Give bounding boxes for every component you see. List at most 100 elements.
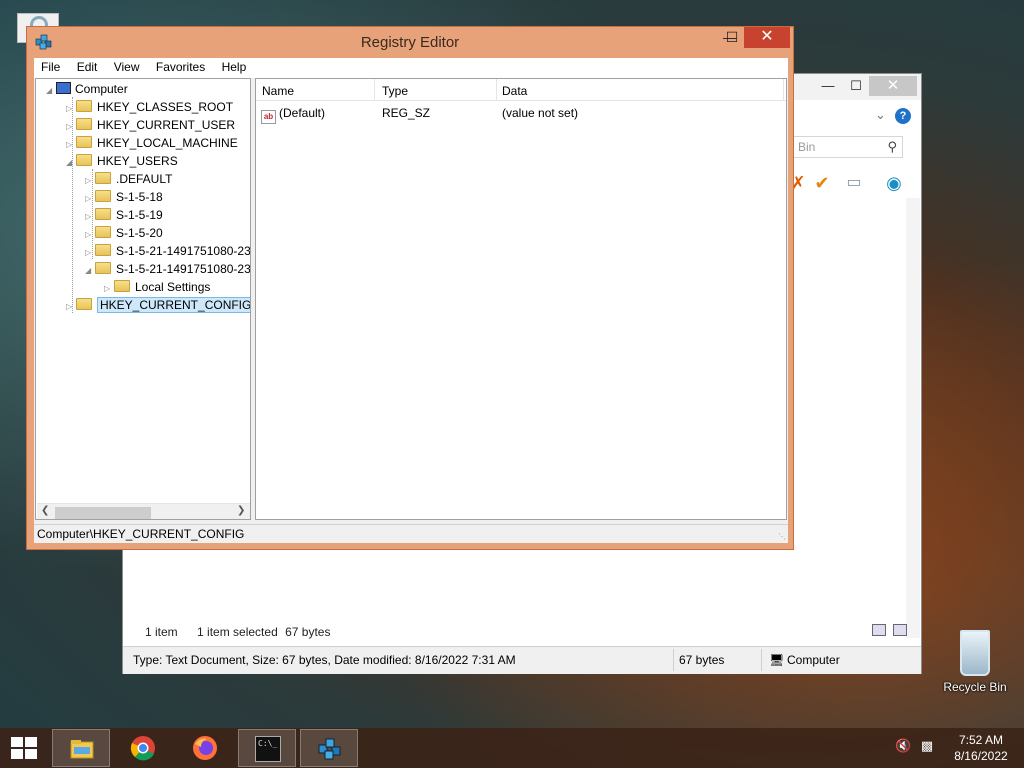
- tree-item-hkey-current-user[interactable]: ▷ HKEY_CURRENT_USER: [66, 116, 235, 134]
- selection-size: 67 bytes: [285, 625, 331, 639]
- folder-icon: [95, 226, 111, 238]
- menu-edit[interactable]: Edit: [70, 58, 104, 74]
- folder-icon: [76, 136, 92, 148]
- folder-icon: [95, 262, 111, 274]
- clock[interactable]: 7:52 AM 8/16/2022: [946, 732, 1016, 764]
- tree-item-computer[interactable]: ◢ Computer: [46, 80, 128, 98]
- computer-icon: 🖥: [769, 653, 785, 667]
- menu-view[interactable]: View: [107, 58, 146, 74]
- value-data: (value not set): [502, 106, 579, 120]
- scroll-right-icon[interactable]: ❯: [237, 505, 245, 516]
- status-bar: Computer\HKEY_CURRENT_CONFIG ⋱: [34, 524, 788, 543]
- details-view-icon[interactable]: [872, 624, 886, 636]
- regedit-titlebar[interactable]: Registry Editor — ☐ ✕: [27, 27, 793, 58]
- clock-date: 8/16/2022: [954, 749, 1008, 763]
- explorer-close-button[interactable]: ✕: [869, 76, 917, 96]
- tree-item-hkey-classes-root[interactable]: ▷ HKEY_CLASSES_ROOT: [66, 98, 233, 116]
- taskbar-firefox[interactable]: [176, 729, 234, 767]
- string-value-icon: ab: [261, 110, 276, 124]
- clock-time: 7:52 AM: [958, 733, 1004, 747]
- location-label: Computer: [787, 653, 840, 667]
- folder-icon: [76, 154, 92, 166]
- regedit-client: ◢ Computer ▷ HKEY_CLASSES_ROOT ▷ HKEY_CURRE…: [34, 78, 788, 543]
- taskbar-chrome[interactable]: [114, 729, 172, 767]
- column-type[interactable]: Type: [382, 84, 408, 98]
- large-icons-view-icon[interactable]: [893, 624, 908, 636]
- close-button[interactable]: ✕: [744, 27, 790, 48]
- collapse-arrow-icon[interactable]: ◢: [66, 154, 76, 172]
- tree-item-hkey-current-config[interactable]: ▷ HKEY_CURRENT_CONFIG: [66, 296, 250, 316]
- tree-item-user-sid[interactable]: ▷ S-1-5-21-1491751080-236: [85, 242, 250, 260]
- search-icon[interactable]: ⚲: [887, 139, 897, 155]
- status-path: Computer\HKEY_CURRENT_CONFIG: [37, 527, 245, 541]
- folder-icon: [95, 244, 111, 256]
- column-data[interactable]: Data: [502, 84, 527, 98]
- tree-item-default[interactable]: ▷ .DEFAULT: [85, 170, 172, 188]
- chevron-down-icon[interactable]: ⌄: [875, 107, 886, 123]
- value-type: REG_SZ: [382, 106, 431, 120]
- tree-item-local-settings[interactable]: ▷ Local Settings: [104, 278, 210, 296]
- explorer-maximize-button[interactable]: ☐: [843, 76, 869, 96]
- firefox-icon: [193, 736, 217, 760]
- search-input[interactable]: Bin ⚲: [791, 136, 903, 158]
- maximize-button[interactable]: ☐: [719, 27, 745, 48]
- item-count: 1 item: [145, 625, 178, 639]
- window-title: Registry Editor: [360, 34, 460, 51]
- properties-icon[interactable]: ▭: [843, 172, 865, 194]
- explorer-minimize-button[interactable]: —: [815, 76, 841, 96]
- explorer-details-bar: Type: Text Document, Size: 67 bytes, Dat…: [123, 646, 921, 674]
- checkmark-icon[interactable]: ✔: [811, 172, 833, 194]
- folder-icon: [95, 208, 111, 220]
- start-button[interactable]: [11, 737, 39, 759]
- tree-item-s-1-5-19[interactable]: ▷ S-1-5-19: [85, 206, 163, 224]
- folder-icon: [76, 100, 92, 112]
- column-name[interactable]: Name: [262, 84, 294, 98]
- registry-tree: ◢ Computer ▷ HKEY_CLASSES_ROOT ▷ HKEY_CURRE…: [35, 78, 251, 520]
- tree-item-hkey-users[interactable]: ◢ HKEY_USERS: [66, 152, 178, 170]
- folder-icon: [76, 118, 92, 130]
- taskbar: C:\_ 🔇 ▩ 7:52 AM 8/16/2022: [0, 728, 1024, 768]
- recycle-bin-label: Recycle Bin: [943, 680, 1007, 694]
- regedit-window: Registry Editor — ☐ ✕ File Edit View Fav…: [26, 26, 794, 550]
- folder-icon: [114, 280, 130, 292]
- menu-file[interactable]: File: [34, 58, 66, 74]
- scroll-thumb[interactable]: [55, 507, 151, 519]
- collapse-arrow-icon[interactable]: ◢: [85, 262, 95, 280]
- taskbar-registry-editor[interactable]: [300, 729, 358, 767]
- tree-horizontal-scrollbar[interactable]: ❮ ❯: [37, 503, 250, 519]
- help-icon[interactable]: ?: [895, 108, 911, 124]
- tree-item-s-1-5-20[interactable]: ▷ S-1-5-20: [85, 224, 163, 242]
- folder-icon: [76, 298, 92, 310]
- expand-arrow-icon[interactable]: ▷: [66, 298, 76, 316]
- folder-icon: [95, 172, 111, 184]
- scroll-left-icon[interactable]: ❮: [41, 505, 49, 516]
- list-header: Name Type Data: [256, 79, 786, 101]
- menu-help[interactable]: Help: [215, 58, 253, 74]
- speaker-muted-icon[interactable]: 🔇: [895, 738, 911, 753]
- recycle-bin[interactable]: Recycle Bin: [938, 630, 1012, 694]
- collapse-arrow-icon[interactable]: ◢: [46, 82, 56, 100]
- taskbar-file-explorer[interactable]: [52, 729, 110, 767]
- file-details: Type: Text Document, Size: 67 bytes, Dat…: [133, 653, 516, 667]
- explorer-scrollbar[interactable]: [906, 198, 920, 638]
- list-item[interactable]: ab (Default) REG_SZ (value not set): [256, 104, 786, 124]
- cmd-icon: C:\_: [255, 736, 281, 762]
- network-icon[interactable]: ▩: [921, 738, 933, 753]
- taskbar-command-prompt[interactable]: C:\_: [238, 729, 296, 767]
- tree-item-hkey-local-machine[interactable]: ▷ HKEY_LOCAL_MACHINE: [66, 134, 238, 152]
- folder-icon: [95, 190, 111, 202]
- tree-item-s-1-5-18[interactable]: ▷ S-1-5-18: [85, 188, 163, 206]
- value-name: ab (Default): [261, 106, 325, 124]
- regedit-icon: [318, 738, 341, 760]
- values-list: Name Type Data ab (Default) REG_SZ (value…: [255, 78, 787, 520]
- resize-grip-icon[interactable]: ⋱: [778, 532, 786, 541]
- globe-icon[interactable]: ◉: [883, 172, 905, 194]
- system-tray: 🔇 ▩: [895, 738, 933, 754]
- recycle-bin-icon: [960, 630, 990, 676]
- computer-icon: [56, 82, 71, 94]
- chrome-icon: [130, 736, 155, 761]
- menu-favorites[interactable]: Favorites: [149, 58, 211, 74]
- selection-count: 1 item selected: [197, 625, 278, 639]
- file-size: 67 bytes: [679, 653, 725, 667]
- tree-item-user-sid-classes[interactable]: ◢ S-1-5-21-1491751080-236: [85, 260, 250, 280]
